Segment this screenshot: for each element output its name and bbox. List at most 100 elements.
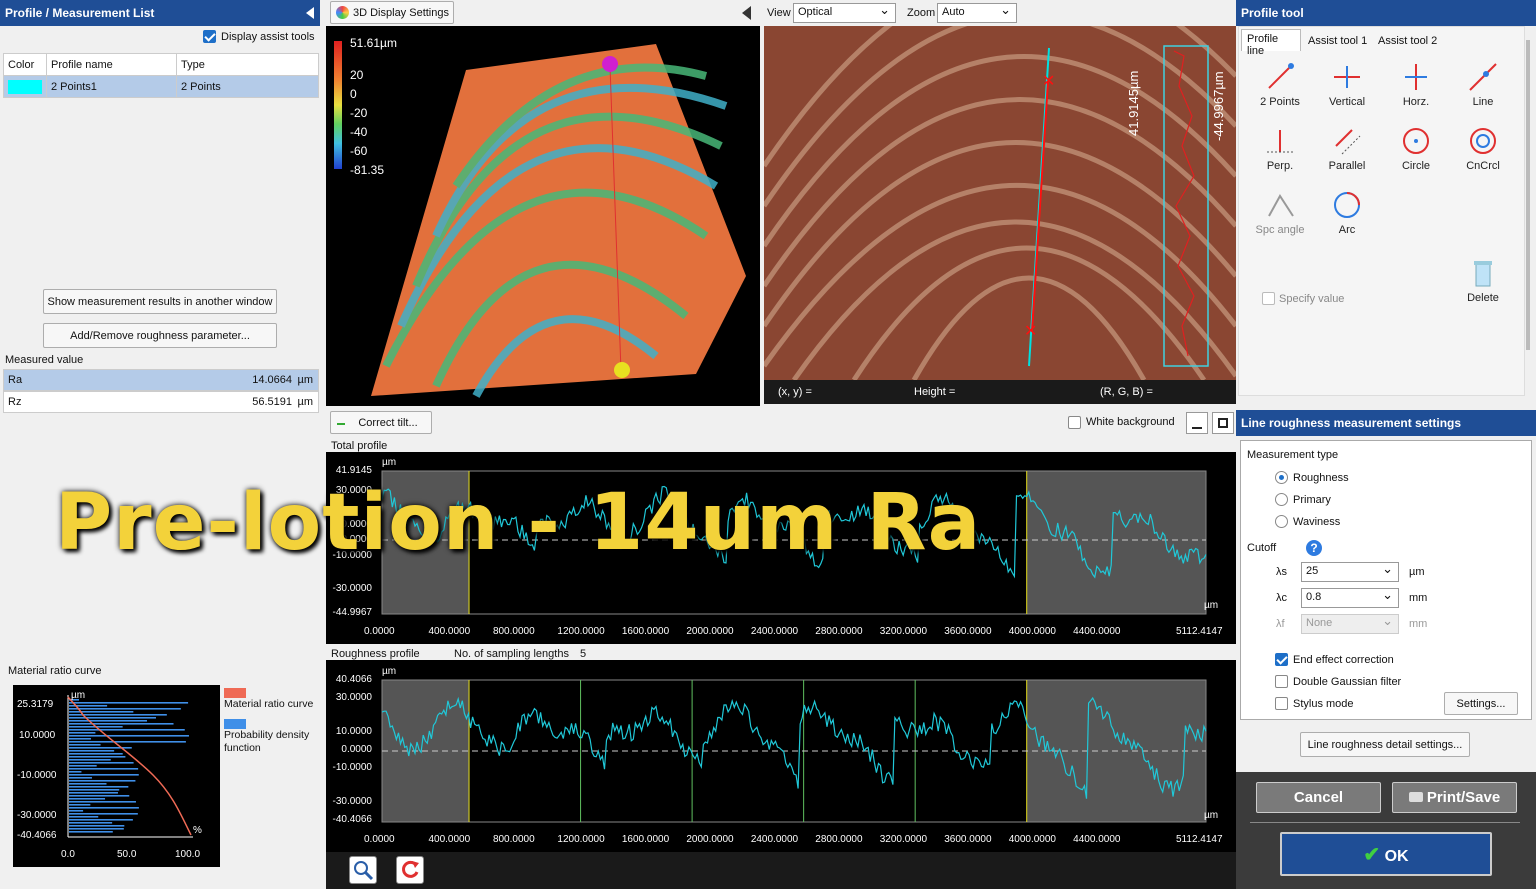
x-tick-label: 4400.0000 bbox=[1073, 834, 1121, 845]
zoom-search-button[interactable] bbox=[349, 856, 377, 884]
correct-tilt-button[interactable]: Correct tilt... bbox=[330, 411, 432, 434]
delete-button[interactable]: Delete bbox=[1453, 258, 1513, 304]
left-panel-header: Profile / Measurement List bbox=[0, 0, 320, 26]
x-tick-label: 2000.0000 bbox=[686, 626, 734, 637]
profile-tool-header: Profile tool bbox=[1236, 0, 1536, 26]
maximize-button[interactable] bbox=[1212, 412, 1234, 434]
pdf-bar bbox=[69, 798, 106, 800]
palette-icon bbox=[336, 6, 349, 19]
excluded-region bbox=[1026, 471, 1206, 614]
x-tick-label: 0.0000 bbox=[364, 626, 395, 637]
pdf-bar bbox=[69, 753, 123, 755]
tool-vertical[interactable]: Vertical bbox=[1317, 62, 1377, 108]
pdf-bar bbox=[69, 729, 185, 731]
x-tick-label: 2400.0000 bbox=[750, 834, 799, 845]
settings-button[interactable]: Settings... bbox=[1444, 692, 1518, 715]
ra-value: 14.0664 bbox=[252, 374, 292, 386]
tool-circle[interactable]: Circle bbox=[1386, 126, 1446, 172]
pdf-bar bbox=[69, 759, 111, 761]
line-icon bbox=[1469, 63, 1497, 91]
double-gaussian-checkbox[interactable] bbox=[1275, 675, 1288, 688]
rz-value: 56.5191 bbox=[252, 396, 292, 408]
two-points-icon bbox=[1268, 63, 1294, 89]
show-results-button[interactable]: Show measurement results in another wind… bbox=[43, 289, 277, 314]
x-tick-label: 5112.4147 bbox=[1176, 626, 1223, 637]
view-3d-panel[interactable]: 51.61µm 20 0 -20 -40 -60 -81.35 bbox=[326, 26, 760, 406]
view-select[interactable]: Optical bbox=[793, 2, 896, 23]
x-tick-label: 5112.4147 bbox=[1176, 834, 1223, 845]
tab-assist-tool-1[interactable]: Assist tool 1 bbox=[1304, 33, 1371, 49]
tool-arc[interactable]: Arc bbox=[1317, 190, 1377, 236]
collapse-3d-icon[interactable] bbox=[742, 6, 751, 20]
add-remove-param-button[interactable]: Add/Remove roughness parameter... bbox=[43, 323, 277, 348]
refresh-button[interactable] bbox=[396, 856, 424, 884]
cancel-button[interactable]: Cancel bbox=[1256, 782, 1381, 813]
tool-line[interactable]: Line bbox=[1453, 62, 1513, 108]
measured-row-rz[interactable]: Rz 56.5191 µm bbox=[3, 391, 319, 413]
white-background-checkbox[interactable] bbox=[1068, 416, 1081, 429]
settings-header: Line roughness measurement settings bbox=[1236, 410, 1536, 436]
tool-spc-angle[interactable]: Spc angle bbox=[1250, 190, 1310, 236]
roughness-profile-chart[interactable]: 40.4066 µm 30.0000 10.0000 0.0000 -10.00… bbox=[326, 660, 1236, 852]
pdf-bar bbox=[69, 813, 138, 815]
pdf-bar bbox=[69, 720, 147, 722]
roughness-profile-title: Roughness profile bbox=[331, 648, 420, 660]
tab-profile-line[interactable]: Profile line bbox=[1241, 29, 1301, 57]
tool-2-points[interactable]: 2 Points bbox=[1250, 62, 1310, 108]
lambda-c-select[interactable]: 0.8 bbox=[1301, 587, 1399, 608]
col-profile-name: Profile name bbox=[46, 53, 177, 76]
profile-min-label: -44.9967µm bbox=[1211, 71, 1226, 141]
detail-settings-button[interactable]: Line roughness detail settings... bbox=[1300, 732, 1470, 757]
pdf-bar bbox=[69, 756, 126, 758]
help-icon[interactable]: ? bbox=[1306, 540, 1322, 556]
overlay-caption: Pre-lotion - 14um Ra bbox=[55, 478, 982, 568]
x-tick-label: 800.0000 bbox=[492, 834, 535, 845]
radio-waviness[interactable] bbox=[1275, 515, 1288, 528]
tab-assist-tool-2[interactable]: Assist tool 2 bbox=[1374, 33, 1441, 49]
white-background-label: White background bbox=[1086, 416, 1175, 428]
x-tick-label: 0.0000 bbox=[364, 834, 395, 845]
material-ratio-title: Material ratio curve bbox=[8, 665, 102, 677]
col-color: Color bbox=[3, 53, 47, 76]
optical-image[interactable]: ✕ ✕ 41.9145µm -44.9967µm bbox=[764, 26, 1236, 380]
radio-roughness[interactable] bbox=[1275, 471, 1288, 484]
optical-status-bar: (x, y) = Height = (R, G, B) = bbox=[764, 380, 1236, 404]
ok-button[interactable]: ✔ OK bbox=[1280, 832, 1492, 876]
pdf-bar bbox=[69, 717, 156, 719]
minimize-button[interactable] bbox=[1186, 412, 1208, 434]
profile-end-marker[interactable] bbox=[614, 362, 630, 378]
zoom-select[interactable]: Auto bbox=[937, 2, 1017, 23]
3d-display-settings-button[interactable]: 3D Display Settings bbox=[330, 1, 454, 24]
lambda-f-select[interactable]: None bbox=[1301, 613, 1399, 634]
display-assist-label: Display assist tools bbox=[221, 31, 315, 43]
collapse-left-icon[interactable] bbox=[306, 7, 314, 19]
measured-row-ra[interactable]: Ra 14.0664 µm bbox=[3, 369, 319, 391]
stylus-mode-checkbox[interactable] bbox=[1275, 697, 1288, 710]
print-save-button[interactable]: Print/Save bbox=[1392, 782, 1517, 813]
end-effect-checkbox[interactable] bbox=[1275, 653, 1288, 666]
table-row[interactable]: 2 Points1 2 Points bbox=[3, 75, 319, 98]
tool-horizontal[interactable]: Horz. bbox=[1386, 62, 1446, 108]
tool-perp[interactable]: Perp. bbox=[1250, 126, 1310, 172]
tool-cncrcl[interactable]: CnCrcl bbox=[1453, 126, 1513, 172]
pdf-bar bbox=[69, 816, 99, 818]
radio-primary[interactable] bbox=[1275, 493, 1288, 506]
display-assist-checkbox[interactable] bbox=[203, 30, 216, 43]
pdf-bar bbox=[69, 792, 118, 794]
specify-value-label: Specify value bbox=[1279, 293, 1345, 305]
lambda-s-select[interactable]: 25 bbox=[1301, 561, 1399, 582]
svg-text:✕: ✕ bbox=[1024, 321, 1037, 340]
tool-parallel[interactable]: Parallel bbox=[1317, 126, 1377, 172]
pdf-bar bbox=[69, 738, 91, 740]
vertical-icon bbox=[1334, 66, 1360, 88]
profile-start-marker[interactable] bbox=[602, 56, 618, 72]
x-tick-label: 400.0000 bbox=[428, 626, 471, 637]
row-name: 2 Points1 bbox=[46, 75, 177, 98]
refresh-icon bbox=[402, 860, 419, 878]
zoom-label: Zoom bbox=[907, 7, 936, 19]
profile-tool-scrollbar[interactable] bbox=[1526, 40, 1530, 350]
measured-table: Ra 14.0664 µm Rz 56.5191 µm bbox=[3, 369, 319, 413]
pdf-bar bbox=[69, 732, 96, 734]
tilt-icon bbox=[337, 419, 345, 425]
specify-value-checkbox[interactable] bbox=[1262, 292, 1275, 305]
